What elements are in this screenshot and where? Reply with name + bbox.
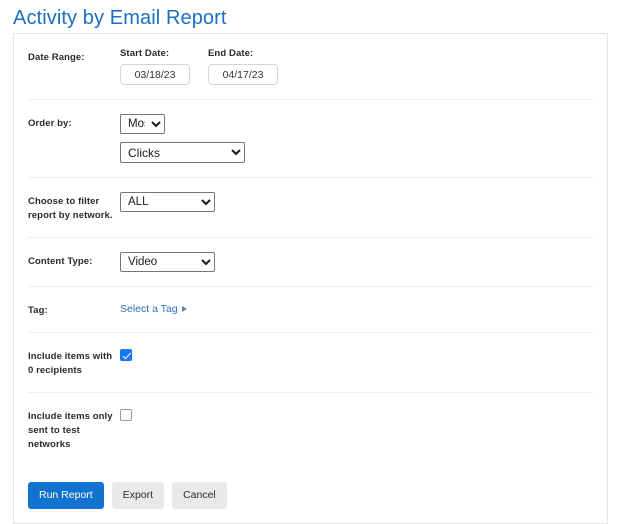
form-row-include-zero-recipients: Include items with 0 recipients <box>28 333 593 393</box>
order-by-control: Most Clicks <box>120 114 593 163</box>
include-zero-recipients-control <box>120 347 593 361</box>
form-row-date-range: Date Range: Start Date: End Date: <box>28 34 593 100</box>
tag-label: Tag: <box>28 305 48 316</box>
form-row-tag: Tag: Select a Tag <box>28 287 593 333</box>
form-row-content-type: Content Type: Video <box>28 238 593 287</box>
start-date-field: Start Date: <box>120 48 190 85</box>
form-row-network-filter: Choose to filter report by network. ALL <box>28 178 593 238</box>
network-filter-control: ALL <box>120 192 593 212</box>
form-row-order-by: Order by: Most Clicks <box>28 100 593 178</box>
content-type-label: Content Type: <box>28 256 93 267</box>
date-range-label: Date Range: <box>28 52 85 63</box>
include-zero-recipients-label: Include items with 0 recipients <box>28 351 113 376</box>
page-title: Activity by Email Report <box>13 7 227 29</box>
content-type-select[interactable]: Video <box>120 252 215 272</box>
network-filter-label: Choose to filter report by network. <box>28 196 113 221</box>
run-report-button[interactable]: Run Report <box>28 482 104 509</box>
start-date-input[interactable] <box>120 64 190 85</box>
end-date-input[interactable] <box>208 64 278 85</box>
include-test-networks-label: Include items only sent to test networks <box>28 411 113 450</box>
end-date-field: End Date: <box>208 48 278 85</box>
report-filter-card: Date Range: Start Date: End Date: Order … <box>13 33 608 524</box>
start-date-label: Start Date: <box>120 48 170 59</box>
end-date-label: End Date: <box>208 48 254 59</box>
order-metric-select[interactable]: Clicks <box>120 142 245 163</box>
action-button-row: Run Report Export Cancel <box>14 466 607 523</box>
date-range-control: Start Date: End Date: <box>120 48 593 85</box>
select-a-tag-link[interactable]: Select a Tag <box>120 301 593 315</box>
triangle-right-icon <box>181 306 187 312</box>
order-direction-select[interactable]: Most <box>120 114 165 134</box>
export-button[interactable]: Export <box>111 482 165 509</box>
network-filter-select[interactable]: ALL <box>120 192 215 212</box>
order-by-label: Order by: <box>28 118 72 129</box>
include-zero-recipients-checkbox[interactable] <box>120 349 132 361</box>
content-type-control: Video <box>120 252 593 272</box>
form-row-include-test-networks: Include items only sent to test networks <box>28 393 593 466</box>
tag-control: Select a Tag <box>120 301 593 315</box>
include-test-networks-checkbox[interactable] <box>120 409 132 421</box>
cancel-button[interactable]: Cancel <box>172 482 227 509</box>
date-group: Start Date: End Date: <box>120 48 593 85</box>
include-test-networks-control <box>120 407 593 421</box>
select-a-tag-text: Select a Tag <box>120 303 178 315</box>
